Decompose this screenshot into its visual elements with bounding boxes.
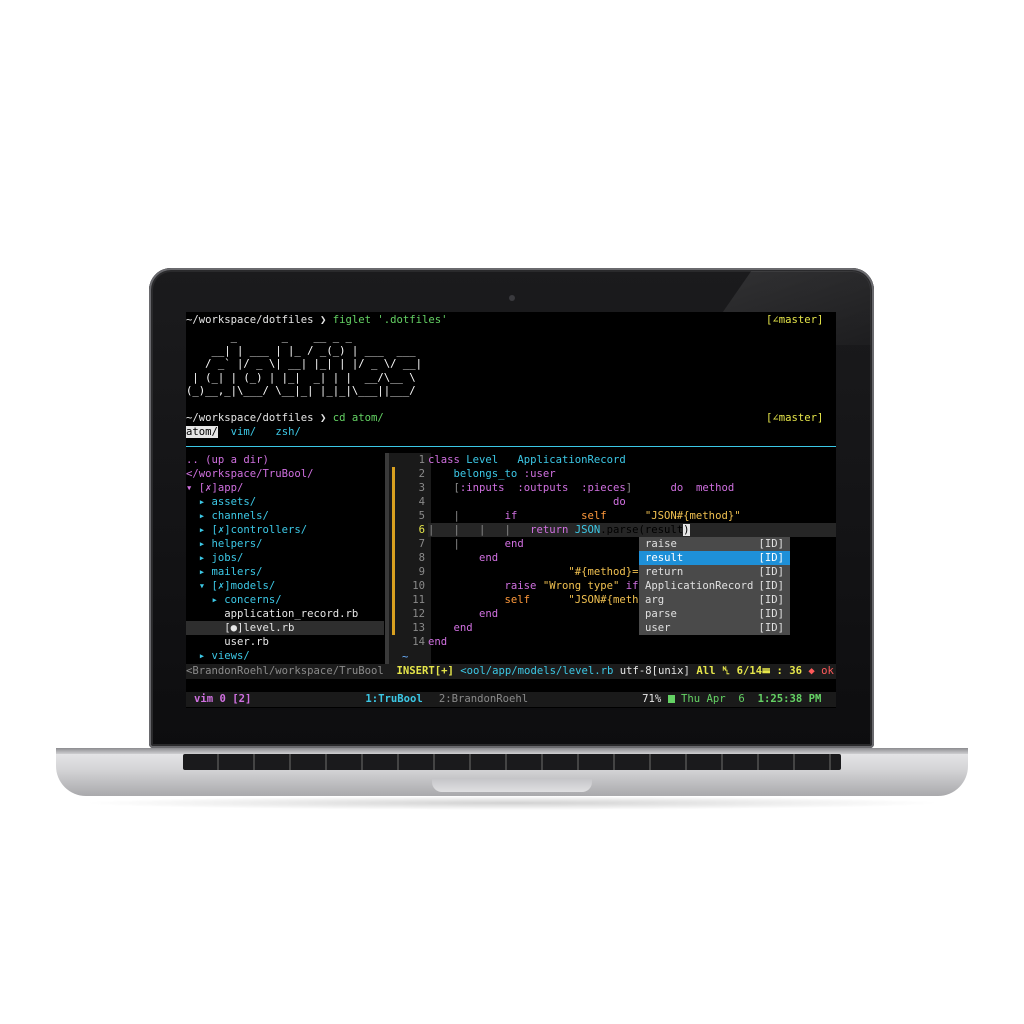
completion-item[interactable]: raise [ID] [639, 537, 790, 551]
prompt-arrow-icon: ❯ [319, 314, 327, 326]
line-number: 4 [418, 496, 425, 508]
completion-item-selected[interactable]: result [ID] [639, 551, 790, 565]
prompt-line-2: ~/workspace/dotfiles ❯ cd atom/ [186, 411, 384, 425]
tree-dir-models[interactable]: ▾ [✗]models/ [186, 579, 384, 593]
tmux-session: vim 0 [2] [194, 693, 252, 705]
completion-item[interactable]: return [ID] [639, 565, 790, 579]
status-lint: ◆ ok [808, 665, 834, 677]
code-line: end [428, 636, 448, 648]
tree-dir-mailers[interactable]: ▸ mailers/ [186, 565, 384, 579]
git-branch-badge: [∠master] [766, 314, 824, 326]
tree-dir-views[interactable]: ▸ views/ [186, 649, 384, 663]
file-tree[interactable]: .. (up a dir) </workspace/TruBool/ ▾ [✗]… [186, 453, 384, 664]
prompt-command: figlet '.dotfiles' [332, 314, 448, 326]
vim-statusline: <BrandonRoehl/workspace/TruBool INSERT[+… [186, 664, 836, 679]
tree-file-level[interactable]: [●]level.rb [186, 621, 384, 635]
battery-icon [667, 695, 675, 703]
line-number: 11 [412, 594, 425, 606]
tree-dir-channels[interactable]: ▸ channels/ [186, 509, 384, 523]
line-number: 8 [418, 552, 425, 564]
tree-root[interactable]: </workspace/TruBool/ [186, 467, 384, 481]
code-line: [:inputs, :outputs, :pieces].each do |me… [453, 482, 741, 494]
code-line: class Level < ApplicationRecord [428, 454, 626, 466]
prompt-path: ~/workspace/dotfiles [186, 314, 314, 326]
prompt-command: cd atom/ [332, 412, 384, 424]
keyboard-edge [183, 754, 841, 770]
code-line: belongs_to :user [453, 468, 556, 480]
line-number: 13 [412, 622, 425, 634]
completion-item[interactable]: parse [ID] [639, 607, 790, 621]
dir-listing: atom/ vim/ zsh/ [186, 425, 301, 439]
line-number-current: 6 [418, 524, 425, 536]
tmux-date: Thu Apr 6 [681, 693, 745, 705]
lid-notch [432, 778, 592, 792]
tmux-window[interactable]: 2:BrandonRoehl [439, 693, 528, 705]
line-number: 12 [412, 608, 425, 620]
status-position: All ␤ 6/14☰ : 36 [696, 665, 803, 677]
prompt-arrow-icon: ❯ [319, 412, 327, 424]
tmux-statusbar: vim 0 [2] 1:TruBool 2:BrandonRoehl 71% Thu … [186, 692, 836, 707]
git-change-marker [392, 467, 395, 635]
tree-file-application-record[interactable]: application_record.rb [186, 607, 384, 621]
status-encoding: utf-8[unix] [619, 665, 690, 677]
status-filename: <ool/app/models/level.rb [460, 665, 614, 677]
code-line: | if result = self.send("JSON#{method}") [453, 510, 747, 522]
figlet-output: _ _ __ _ _ __| | ___ | |_ / _(_) | ___ _… [186, 331, 422, 397]
dir-zsh[interactable]: zsh/ [275, 426, 301, 438]
tree-up-dir[interactable]: .. (up a dir) [186, 453, 384, 467]
line-number: 2 [418, 468, 425, 480]
tree-dir-assets[interactable]: ▸ assets/ [186, 495, 384, 509]
dir-vim[interactable]: vim/ [231, 426, 257, 438]
battery-level: 71% [642, 693, 662, 705]
tree-dir-controllers[interactable]: ▸ [✗]controllers/ [186, 523, 384, 537]
tree-dir-helpers[interactable]: ▸ helpers/ [186, 537, 384, 551]
tree-dir-jobs[interactable]: ▸ jobs/ [186, 551, 384, 565]
mode-indicator: INSERT[+] [396, 665, 454, 677]
line-number: 7 [418, 538, 425, 550]
code-line-current: | | | | return JSON.parse(result) [428, 523, 836, 537]
prompt-line-1: ~/workspace/dotfiles ❯ figlet '.dotfiles… [186, 313, 448, 327]
completion-item[interactable]: user [ID] [639, 621, 790, 635]
empty-line-tilde: ~ [402, 651, 409, 663]
camera-icon [509, 295, 515, 301]
status-left-path: <BrandonRoehl/workspace/TruBool [186, 665, 384, 677]
line-number: 1 [418, 454, 425, 466]
line-number: 9 [418, 566, 425, 578]
code-line: define_method method do [428, 496, 626, 508]
pane-divider [186, 446, 836, 447]
tree-dir-concerns[interactable]: ▸ concerns/ [186, 593, 384, 607]
completion-popup[interactable]: raise [ID] result [ID] return [ID] Applicat… [639, 537, 790, 635]
completion-item[interactable]: ApplicationRecord [ID] [639, 579, 790, 593]
line-number: 10 [412, 580, 425, 592]
tree-dir-app[interactable]: ▾ [✗]app/ [186, 481, 384, 495]
drop-shadow [80, 796, 944, 810]
line-number: 14 [412, 636, 425, 648]
tmux-window-active[interactable]: 1:TruBool [365, 693, 422, 705]
git-branch-badge: [∠master] [766, 412, 824, 424]
tree-file-user[interactable]: user.rb [186, 635, 384, 649]
line-number: 3 [418, 482, 425, 494]
tmux-time: 1:25:38 PM [757, 693, 822, 705]
completion-item[interactable]: arg [ID] [639, 593, 790, 607]
dir-atom[interactable]: atom/ [186, 426, 218, 438]
line-number: 5 [418, 510, 425, 522]
prompt-path: ~/workspace/dotfiles [186, 412, 314, 424]
